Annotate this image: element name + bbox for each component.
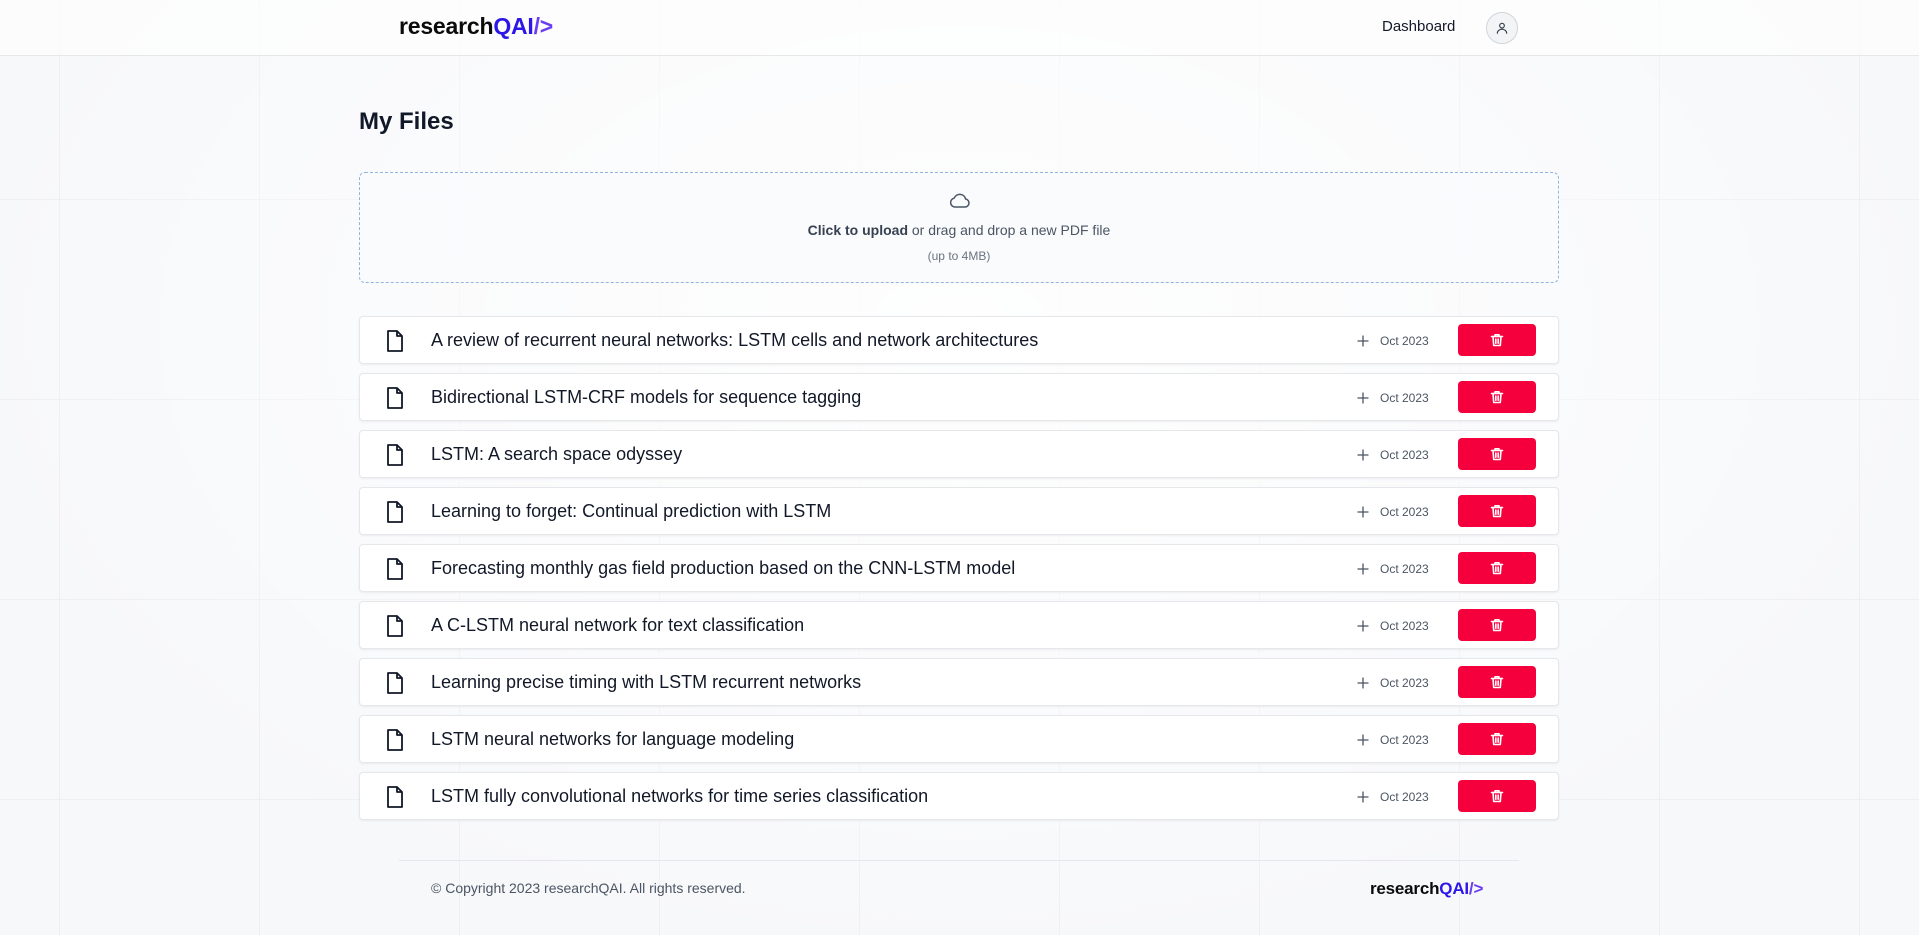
plus-icon[interactable] bbox=[1357, 506, 1369, 518]
file-date: Oct 2023 bbox=[1380, 562, 1429, 576]
nav-dashboard-link[interactable]: Dashboard bbox=[1382, 18, 1455, 35]
upload-click-text[interactable]: Click to upload bbox=[808, 222, 908, 238]
logo-text-research: research bbox=[1370, 879, 1440, 898]
header-logo[interactable]: researchQAI/> bbox=[399, 13, 553, 40]
plus-icon[interactable] bbox=[1357, 563, 1369, 575]
file-title[interactable]: A review of recurrent neural networks: L… bbox=[431, 330, 1038, 351]
file-title[interactable]: LSTM neural networks for language modeli… bbox=[431, 729, 794, 750]
plus-icon[interactable] bbox=[1357, 734, 1369, 746]
file-date: Oct 2023 bbox=[1380, 733, 1429, 747]
file-row[interactable]: Forecasting monthly gas field production… bbox=[359, 544, 1559, 592]
file-row[interactable]: A C-LSTM neural network for text classif… bbox=[359, 601, 1559, 649]
file-date: Oct 2023 bbox=[1380, 334, 1429, 348]
file-date: Oct 2023 bbox=[1380, 790, 1429, 804]
file-row[interactable]: Learning precise timing with LSTM recurr… bbox=[359, 658, 1559, 706]
plus-icon[interactable] bbox=[1357, 620, 1369, 632]
delete-file-button[interactable] bbox=[1458, 723, 1536, 755]
delete-file-button[interactable] bbox=[1458, 438, 1536, 470]
file-title[interactable]: Bidirectional LSTM-CRF models for sequen… bbox=[431, 387, 861, 408]
user-avatar-button[interactable] bbox=[1486, 12, 1518, 44]
plus-icon[interactable] bbox=[1357, 335, 1369, 347]
file-row[interactable]: LSTM fully convolutional networks for ti… bbox=[359, 772, 1559, 820]
file-row[interactable]: A review of recurrent neural networks: L… bbox=[359, 316, 1559, 364]
file-row[interactable]: Learning to forget: Continual prediction… bbox=[359, 487, 1559, 535]
logo-text-slash: /> bbox=[1468, 879, 1484, 898]
file-title[interactable]: LSTM: A search space odyssey bbox=[431, 444, 682, 465]
trash-icon bbox=[1490, 448, 1504, 461]
plus-icon[interactable] bbox=[1357, 449, 1369, 461]
delete-file-button[interactable] bbox=[1458, 381, 1536, 413]
file-row[interactable]: LSTM: A search space odyssey Oct 2023 bbox=[359, 430, 1559, 478]
document-icon bbox=[387, 729, 403, 751]
delete-file-button[interactable] bbox=[1458, 324, 1536, 356]
file-date: Oct 2023 bbox=[1380, 448, 1429, 462]
document-icon bbox=[387, 558, 403, 580]
trash-icon bbox=[1490, 562, 1504, 575]
logo-text-qai: QAI bbox=[493, 13, 534, 39]
file-list: A review of recurrent neural networks: L… bbox=[359, 316, 1559, 829]
trash-icon bbox=[1490, 676, 1504, 689]
top-header: researchQAI/> Dashboard bbox=[0, 0, 1919, 56]
file-date: Oct 2023 bbox=[1380, 505, 1429, 519]
footer-logo[interactable]: researchQAI/> bbox=[1370, 879, 1483, 899]
document-icon bbox=[387, 672, 403, 694]
logo-text-research: research bbox=[399, 13, 494, 39]
upload-size-limit: (up to 4MB) bbox=[927, 249, 991, 263]
copyright-text: © Copyright 2023 researchQAI. All rights… bbox=[431, 880, 746, 896]
trash-icon bbox=[1490, 334, 1504, 347]
upload-instructions: Click to upload or drag and drop a new P… bbox=[360, 222, 1558, 238]
trash-icon bbox=[1490, 391, 1504, 404]
document-icon bbox=[387, 444, 403, 466]
file-title[interactable]: Learning to forget: Continual prediction… bbox=[431, 501, 831, 522]
delete-file-button[interactable] bbox=[1458, 552, 1536, 584]
file-title[interactable]: Learning precise timing with LSTM recurr… bbox=[431, 672, 861, 693]
document-icon bbox=[387, 615, 403, 637]
delete-file-button[interactable] bbox=[1458, 609, 1536, 641]
logo-text-slash: /> bbox=[533, 13, 554, 39]
file-row[interactable]: Bidirectional LSTM-CRF models for sequen… bbox=[359, 373, 1559, 421]
file-title[interactable]: Forecasting monthly gas field production… bbox=[431, 558, 1015, 579]
trash-icon bbox=[1490, 505, 1504, 518]
plus-icon[interactable] bbox=[1357, 791, 1369, 803]
document-icon bbox=[387, 501, 403, 523]
file-date: Oct 2023 bbox=[1380, 619, 1429, 633]
file-row[interactable]: LSTM neural networks for language modeli… bbox=[359, 715, 1559, 763]
logo-text-qai: QAI bbox=[1439, 879, 1469, 898]
user-icon bbox=[1496, 22, 1508, 34]
footer-divider bbox=[399, 860, 1519, 861]
file-date: Oct 2023 bbox=[1380, 391, 1429, 405]
file-title[interactable]: LSTM fully convolutional networks for ti… bbox=[431, 786, 928, 807]
document-icon bbox=[387, 387, 403, 409]
file-date: Oct 2023 bbox=[1380, 676, 1429, 690]
document-icon bbox=[387, 330, 403, 352]
delete-file-button[interactable] bbox=[1458, 666, 1536, 698]
trash-icon bbox=[1490, 790, 1504, 803]
page-title: My Files bbox=[359, 108, 454, 135]
delete-file-button[interactable] bbox=[1458, 495, 1536, 527]
trash-icon bbox=[1490, 619, 1504, 632]
document-icon bbox=[387, 786, 403, 808]
upload-drag-text: or drag and drop a new PDF file bbox=[908, 222, 1111, 238]
plus-icon[interactable] bbox=[1357, 392, 1369, 404]
cloud-icon bbox=[949, 193, 970, 208]
upload-dropzone[interactable]: Click to upload or drag and drop a new P… bbox=[359, 172, 1559, 283]
plus-icon[interactable] bbox=[1357, 677, 1369, 689]
delete-file-button[interactable] bbox=[1458, 780, 1536, 812]
file-title[interactable]: A C-LSTM neural network for text classif… bbox=[431, 615, 804, 636]
trash-icon bbox=[1490, 733, 1504, 746]
